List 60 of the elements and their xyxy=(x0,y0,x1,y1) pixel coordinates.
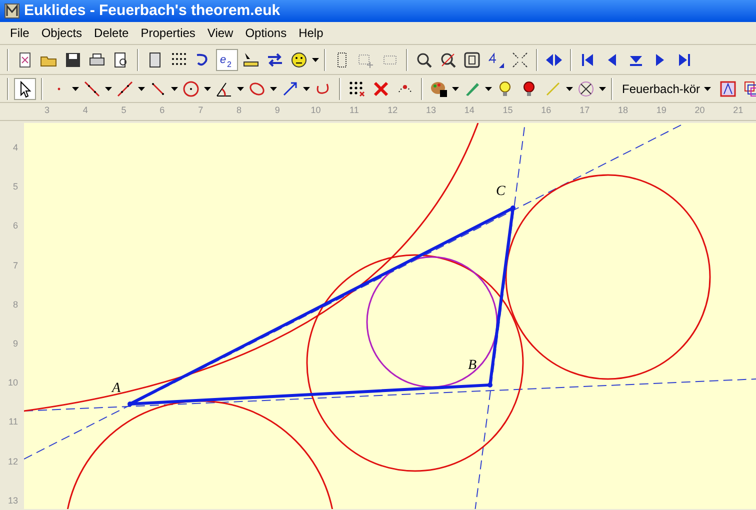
ruler-number: 4 xyxy=(12,141,18,154)
point xyxy=(488,382,492,388)
ruler-number: 5 xyxy=(12,180,18,194)
ruler-number: 18 xyxy=(618,104,628,117)
ruler-number: 8 xyxy=(12,298,18,312)
ruler-number: 11 xyxy=(8,416,18,429)
macro-dropdown[interactable]: Feuerbach-kör xyxy=(618,78,716,100)
ruler-number: 4 xyxy=(82,104,88,117)
caret-icon[interactable] xyxy=(485,86,492,90)
menu-item[interactable]: Options xyxy=(239,22,293,44)
ruler-number: 16 xyxy=(541,104,552,117)
caret-icon[interactable] xyxy=(303,86,310,90)
ruler-number: 13 xyxy=(8,494,18,508)
ruler-number: 7 xyxy=(198,104,204,117)
ruler-number: 12 xyxy=(8,454,18,468)
pointer-icon[interactable] xyxy=(14,78,36,100)
caret-icon[interactable] xyxy=(452,86,459,90)
ruler-number: 20 xyxy=(694,104,705,117)
ruler-number: 5 xyxy=(121,104,126,117)
ruler-number: 7 xyxy=(12,258,18,272)
ruler-number: 12 xyxy=(388,104,398,117)
ruler-number: 9 xyxy=(274,104,280,117)
menu-item[interactable]: Help xyxy=(292,22,330,44)
ruler-number: 13 xyxy=(426,104,436,117)
point-label: B xyxy=(468,358,477,373)
ruler-number: 6 xyxy=(12,220,18,233)
caret-icon[interactable] xyxy=(270,86,277,90)
ruler-number: 17 xyxy=(580,104,590,117)
ruler-number: 3 xyxy=(44,104,50,117)
caret-icon[interactable] xyxy=(312,58,319,62)
ruler-number: 8 xyxy=(236,104,242,117)
ruler-number: 14 xyxy=(464,104,474,117)
ruler-number: 19 xyxy=(656,104,666,117)
caret-icon[interactable] xyxy=(204,86,211,90)
caret-icon[interactable] xyxy=(138,86,145,90)
caret-icon[interactable] xyxy=(704,86,712,90)
ruler-number: 11 xyxy=(350,104,359,117)
ruler-number: 15 xyxy=(502,104,513,117)
menu-item[interactable]: Delete xyxy=(88,22,135,44)
window-title: Euklides - Feuerbach's theorem.euk xyxy=(24,0,280,21)
caret-icon[interactable] xyxy=(105,86,112,90)
ruler-number: 21 xyxy=(733,104,744,117)
caret-icon[interactable] xyxy=(599,86,606,90)
menu-item[interactable]: Properties xyxy=(134,22,202,44)
point-label: C xyxy=(496,184,506,199)
caret-icon[interactable] xyxy=(171,86,178,90)
app-icon xyxy=(4,3,20,19)
point-label: A xyxy=(112,381,121,396)
menu-item[interactable]: Objects xyxy=(35,22,88,44)
caret-icon[interactable] xyxy=(566,86,573,90)
ruler-number: 10 xyxy=(310,104,321,117)
ruler-number: 9 xyxy=(12,337,18,350)
ruler-number: 6 xyxy=(160,104,165,117)
menu-item[interactable]: File xyxy=(4,22,36,44)
caret-icon[interactable] xyxy=(72,86,79,90)
point xyxy=(510,206,516,210)
ruler-number: 10 xyxy=(8,376,18,390)
point xyxy=(128,402,132,406)
menu-item[interactable]: View xyxy=(201,22,240,44)
caret-icon[interactable] xyxy=(237,86,244,90)
